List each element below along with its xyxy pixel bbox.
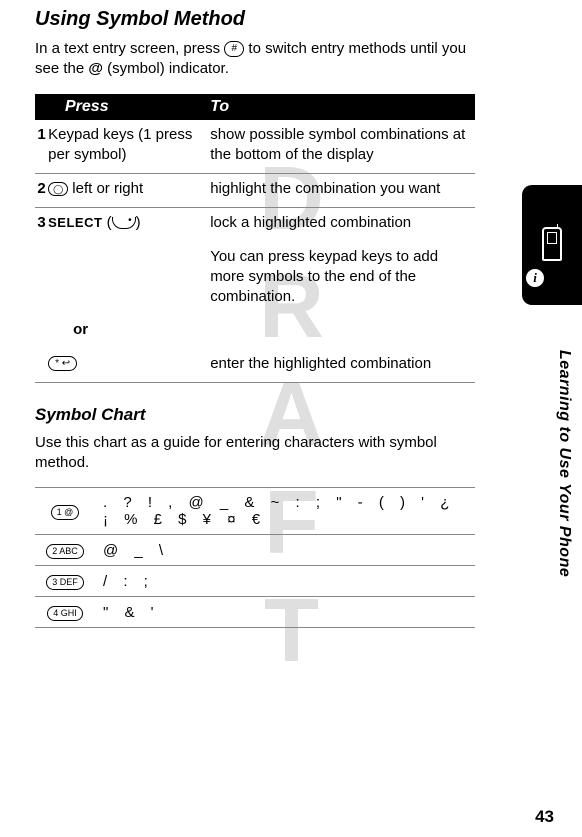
intro-text-3: (symbol) indicator.: [103, 60, 229, 77]
to-cell: enter the highlighted combination: [202, 349, 475, 383]
sidebar-icon-box: i: [522, 185, 582, 305]
to-cell: lock a highlighted combination: [202, 208, 475, 242]
phone-icon: [542, 227, 562, 261]
key-cell: 1 @: [35, 488, 95, 535]
info-icon: i: [526, 269, 544, 287]
paren-open: (: [102, 214, 111, 231]
table-row: 2 ABC @ _ \: [35, 535, 475, 566]
nav-key-icon: [48, 182, 68, 196]
table-row: 3 DEF / : ;: [35, 566, 475, 597]
sidebar-chapter-title: Learning to Use Your Phone: [555, 350, 573, 577]
page-number: 43: [535, 807, 554, 827]
row-num: 3: [35, 208, 48, 242]
star-key-icon: * ↩: [48, 356, 77, 372]
soft-key-icon: [112, 217, 136, 229]
table-row: 1 Keypad keys (1 press per symbol) show …: [35, 120, 475, 174]
symbol-chart-table: 1 @ . ? ! , @ _ & ~ : ; " - ( ) ' ¿ ¡ % …: [35, 487, 475, 628]
main-content: Using Symbol Method In a text entry scre…: [35, 8, 475, 628]
chart-title: Symbol Chart: [35, 405, 475, 425]
symbols-cell: @ _ \: [95, 535, 475, 566]
section-title: Using Symbol Method: [35, 8, 475, 31]
to-cell: You can press keypad keys to add more sy…: [202, 242, 475, 316]
press-cell: SELECT (): [48, 208, 202, 242]
press-cell: [48, 242, 202, 316]
table-row: 2 left or right highlight the combinatio…: [35, 174, 475, 208]
select-label: SELECT: [48, 215, 102, 230]
chart-intro: Use this chart as a guide for entering c…: [35, 433, 475, 474]
row-num: [35, 349, 48, 383]
to-cell: show possible symbol combinations at the…: [202, 120, 475, 174]
row-num: [35, 315, 48, 348]
intro-paragraph: In a text entry screen, press # to switc…: [35, 39, 475, 80]
press-cell: or: [48, 315, 202, 348]
press-text: left or right: [68, 180, 143, 197]
row-num: 1: [35, 120, 48, 174]
or-label: or: [48, 321, 88, 338]
press-cell: left or right: [48, 174, 202, 208]
press-to-table: Press To 1 Keypad keys (1 press per symb…: [35, 94, 475, 383]
header-press: Press: [35, 94, 202, 120]
to-cell: highlight the combination you want: [202, 174, 475, 208]
to-cell: [202, 315, 475, 348]
press-cell: * ↩: [48, 349, 202, 383]
keypad-4-icon: 4 GHI: [47, 606, 83, 621]
key-cell: 2 ABC: [35, 535, 95, 566]
symbols-cell: / : ;: [95, 566, 475, 597]
keypad-2-icon: 2 ABC: [46, 544, 84, 559]
table-row: 4 GHI " & ': [35, 597, 475, 628]
table-row: * ↩ enter the highlighted combination: [35, 349, 475, 383]
symbol-indicator-icon: @: [88, 59, 103, 79]
symbols-cell: " & ': [95, 597, 475, 628]
row-num: [35, 242, 48, 316]
phone-icon-wrap: i: [542, 227, 562, 263]
table-row: 3 SELECT () lock a highlighted combinati…: [35, 208, 475, 242]
table-row: 1 @ . ? ! , @ _ & ~ : ; " - ( ) ' ¿ ¡ % …: [35, 488, 475, 535]
sidebar: i Learning to Use Your Phone: [547, 0, 582, 837]
paren-close: ): [136, 214, 141, 231]
key-cell: 4 GHI: [35, 597, 95, 628]
intro-text-1: In a text entry screen, press: [35, 40, 224, 57]
row-num: 2: [35, 174, 48, 208]
press-cell: Keypad keys (1 press per symbol): [48, 120, 202, 174]
table-row: or: [35, 315, 475, 348]
symbols-cell: . ? ! , @ _ & ~ : ; " - ( ) ' ¿ ¡ % £ $ …: [95, 488, 475, 535]
keypad-1-icon: 1 @: [51, 505, 80, 520]
key-cell: 3 DEF: [35, 566, 95, 597]
table-row: You can press keypad keys to add more sy…: [35, 242, 475, 316]
keypad-3-icon: 3 DEF: [46, 575, 84, 590]
header-to: To: [202, 94, 475, 120]
hash-key-icon: #: [224, 41, 244, 57]
